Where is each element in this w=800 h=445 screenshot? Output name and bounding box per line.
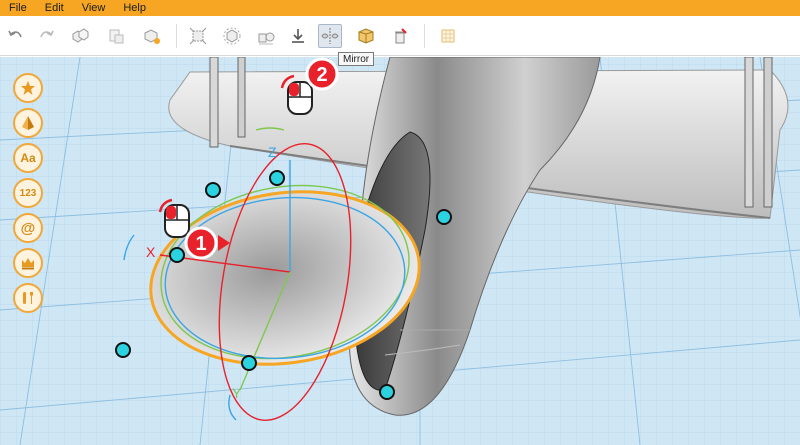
duplicate-icon (144, 29, 160, 44)
menu-file[interactable]: File (0, 0, 36, 16)
grid-view-icon (441, 29, 455, 43)
sidebar-item-text[interactable]: Aa (13, 143, 43, 173)
mirror-icon (321, 28, 339, 44)
handle-top[interactable] (269, 170, 285, 186)
menu-help[interactable]: Help (114, 0, 155, 16)
toolbar-separator (424, 24, 425, 48)
grid-view-button[interactable] (436, 24, 460, 48)
rotate-button[interactable] (220, 24, 244, 48)
handle-left[interactable] (169, 247, 185, 263)
mirror-tooltip: Mirror (338, 52, 375, 66)
gizmo-z-label: Z (268, 144, 277, 160)
pyramid-icon (22, 116, 34, 130)
sidebar-item-star[interactable] (13, 73, 43, 103)
import-button[interactable] (286, 24, 310, 48)
text-icon: Aa (20, 151, 36, 165)
delete-icon (395, 28, 407, 44)
import-icon (292, 29, 304, 43)
crown-icon (22, 258, 34, 270)
group-button[interactable] (254, 24, 278, 48)
viewport-3d[interactable]: X Z Y 1 2 (0, 57, 800, 445)
callout-step-2-number: 2 (316, 64, 327, 86)
at-icon: @ (20, 219, 36, 237)
tools-icon (23, 292, 33, 304)
paste-button[interactable] (104, 24, 128, 48)
gizmo-y-label: Y (232, 385, 242, 401)
sidebar-item-pyramid[interactable] (13, 108, 43, 138)
redo-button[interactable] (34, 24, 58, 48)
duplicate-button[interactable] (140, 24, 164, 48)
handle-top-left[interactable] (205, 182, 221, 198)
star-icon (21, 81, 35, 95)
copy-icon (72, 28, 89, 43)
rotate-icon (223, 27, 241, 45)
sidebar-item-symbol[interactable]: @ (13, 213, 43, 243)
number-icon: 123 (19, 187, 37, 199)
handle-bottom-left[interactable] (115, 342, 131, 358)
gizmo-x-label: X (146, 244, 156, 260)
menu-edit[interactable]: Edit (36, 0, 73, 16)
scale-icon (189, 27, 207, 45)
toolbar (0, 16, 800, 56)
toolbar-separator (176, 24, 177, 48)
scale-button[interactable] (186, 24, 210, 48)
undo-icon (8, 30, 22, 38)
handle-bottom[interactable] (241, 355, 257, 371)
sidebar-item-number[interactable]: 123 (13, 178, 43, 208)
handle-right[interactable] (436, 209, 452, 225)
box-icon (358, 28, 374, 44)
menu-bar: File Edit View Help (0, 0, 800, 16)
box-button[interactable] (354, 24, 378, 48)
sidebar-item-tools[interactable] (13, 283, 43, 313)
menu-view[interactable]: View (73, 0, 115, 16)
mirror-button[interactable] (318, 24, 342, 48)
copy-button[interactable] (68, 24, 92, 48)
scene-svg: X Z Y 1 2 (0, 57, 800, 445)
group-icon (258, 32, 275, 45)
paste-icon (109, 29, 124, 44)
callout-step-1-number: 1 (195, 233, 206, 255)
redo-icon (40, 30, 54, 38)
delete-button[interactable] (388, 24, 412, 48)
handle-nose[interactable] (379, 384, 395, 400)
undo-button[interactable] (4, 24, 28, 48)
sidebar-item-crown[interactable] (13, 248, 43, 278)
